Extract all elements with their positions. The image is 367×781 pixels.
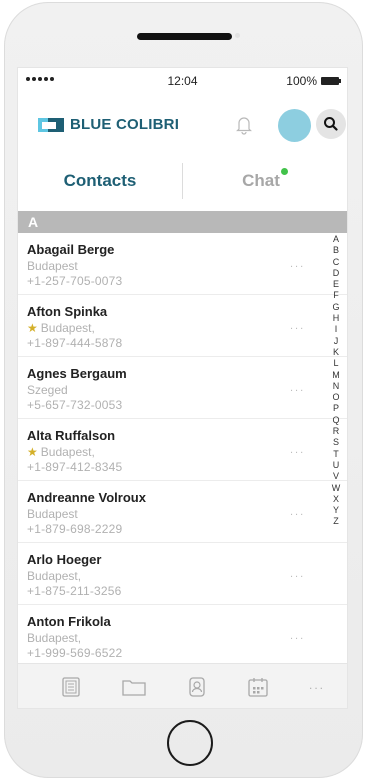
- index-letter[interactable]: D: [330, 268, 342, 279]
- screen: 12:04 100% BLUE COLIBRI Contacts Chat A …: [18, 68, 347, 708]
- index-letter[interactable]: X: [330, 494, 342, 505]
- more-options-icon[interactable]: ...: [290, 568, 305, 580]
- index-letter[interactable]: E: [330, 279, 342, 290]
- contact-phone: +1-897-412-8345: [27, 460, 123, 474]
- tab-chat[interactable]: Chat: [183, 155, 347, 207]
- contact-card-icon[interactable]: [186, 676, 208, 698]
- phone-frame: 12:04 100% BLUE COLIBRI Contacts Chat A …: [4, 2, 363, 778]
- contact-phone: +1-875-211-3256: [27, 584, 122, 598]
- contact-phone: +1-879-698-2229: [27, 522, 123, 536]
- contact-city: Budapest,: [27, 569, 82, 583]
- index-letter[interactable]: S: [330, 437, 342, 448]
- index-letter[interactable]: T: [330, 449, 342, 460]
- index-letter[interactable]: G: [330, 302, 342, 313]
- index-letter[interactable]: P: [330, 403, 342, 414]
- status-bar: 12:04 100%: [18, 68, 347, 94]
- contact-name: Abagail Berge: [27, 242, 115, 257]
- more-options-icon[interactable]: ...: [290, 506, 305, 518]
- contact-name: Andreanne Volroux: [27, 490, 146, 505]
- contact-row[interactable]: Arlo Hoeger Budapest, +1-875-211-3256 ..…: [18, 543, 347, 605]
- contact-name: Arlo Hoeger: [27, 552, 102, 567]
- contact-row[interactable]: Agnes Bergaum Szeged +5-657-732-0053 ...: [18, 357, 347, 419]
- index-letter[interactable]: Z: [330, 516, 342, 527]
- section-header: A: [18, 211, 347, 233]
- index-letter[interactable]: N: [330, 381, 342, 392]
- avatar[interactable]: [278, 109, 311, 142]
- contact-city: Budapest,: [40, 321, 95, 335]
- index-letter[interactable]: O: [330, 392, 342, 403]
- contact-city: Budapest,: [40, 445, 95, 459]
- index-letter[interactable]: V: [330, 471, 342, 482]
- more-options-icon[interactable]: ...: [290, 258, 305, 270]
- contact-row[interactable]: Abagail Berge Budapest +1-257-705-0073 .…: [18, 233, 347, 295]
- index-letter[interactable]: A: [330, 234, 342, 245]
- index-letter[interactable]: R: [330, 426, 342, 437]
- contact-city: Budapest,: [27, 631, 82, 645]
- app-header: BLUE COLIBRI: [18, 96, 347, 148]
- contact-name: Afton Spinka: [27, 304, 108, 319]
- contact-phone: +1-897-444-5878: [27, 336, 123, 350]
- app-logo[interactable]: BLUE COLIBRI: [38, 116, 179, 133]
- more-options-icon[interactable]: ...: [290, 444, 305, 456]
- home-button[interactable]: [167, 720, 213, 766]
- search-button[interactable]: [316, 109, 346, 139]
- index-letter[interactable]: Q: [330, 415, 342, 426]
- index-letter[interactable]: M: [330, 370, 342, 381]
- calendar-icon[interactable]: [247, 676, 269, 698]
- more-icon[interactable]: ...: [309, 678, 325, 692]
- front-camera: [235, 33, 240, 38]
- folder-icon[interactable]: [121, 676, 147, 698]
- notes-icon[interactable]: [60, 676, 82, 698]
- index-letter[interactable]: B: [330, 245, 342, 256]
- contact-row[interactable]: Anton Frikola Budapest, +1-999-569-6522 …: [18, 605, 347, 658]
- contact-city: Budapest: [27, 259, 78, 273]
- contact-city-line: ★ Budapest,: [27, 445, 95, 459]
- contact-list: Abagail Berge Budapest +1-257-705-0073 .…: [18, 233, 347, 658]
- index-letter[interactable]: I: [330, 324, 342, 335]
- battery-icon: [321, 77, 341, 85]
- battery-status: 100%: [286, 74, 341, 88]
- contact-city-line: ★ Budapest,: [27, 321, 95, 335]
- contact-phone: +5-657-732-0053: [27, 398, 123, 412]
- index-letter[interactable]: C: [330, 257, 342, 268]
- contact-phone: +1-999-569-6522: [27, 646, 123, 658]
- index-letter[interactable]: K: [330, 347, 342, 358]
- contact-name: Alta Ruffalson: [27, 428, 116, 443]
- search-icon: [324, 117, 338, 131]
- contact-name: Agnes Bergaum: [27, 366, 127, 381]
- logo-icon: [38, 117, 64, 132]
- alphabet-index[interactable]: A B C D E F G H I J K L M N O P Q R S T …: [330, 234, 342, 528]
- index-letter[interactable]: F: [330, 290, 342, 301]
- index-letter[interactable]: U: [330, 460, 342, 471]
- app-title: BLUE COLIBRI: [70, 116, 180, 133]
- index-letter[interactable]: H: [330, 313, 342, 324]
- index-letter[interactable]: Y: [330, 505, 342, 516]
- more-options-icon[interactable]: ...: [290, 320, 305, 332]
- contact-row[interactable]: Alta Ruffalson ★ Budapest, +1-897-412-834…: [18, 419, 347, 481]
- more-options-icon[interactable]: ...: [290, 382, 305, 394]
- tab-contacts[interactable]: Contacts: [18, 155, 182, 207]
- contact-phone: +1-257-705-0073: [27, 274, 123, 288]
- tab-bar: Contacts Chat: [18, 155, 347, 207]
- tab-contacts-label: Contacts: [63, 171, 137, 190]
- favorite-star-icon: ★: [27, 321, 38, 335]
- more-options-icon[interactable]: ...: [290, 630, 305, 642]
- index-letter[interactable]: W: [330, 483, 342, 494]
- contact-row[interactable]: Andreanne Volroux Budapest +1-879-698-22…: [18, 481, 347, 543]
- index-letter[interactable]: L: [330, 358, 342, 369]
- contact-row[interactable]: Afton Spinka ★ Budapest, +1-897-444-5878 …: [18, 295, 347, 357]
- battery-percent: 100%: [286, 74, 317, 88]
- contact-city: Budapest: [27, 507, 78, 521]
- tab-chat-label: Chat: [242, 171, 280, 190]
- speaker: [137, 33, 232, 40]
- index-letter[interactable]: J: [330, 336, 342, 347]
- favorite-star-icon: ★: [27, 445, 38, 459]
- bottom-nav: ...: [18, 663, 347, 708]
- bell-icon[interactable]: [235, 115, 253, 135]
- contact-name: Anton Frikola: [27, 614, 111, 629]
- unread-dot: [280, 168, 288, 175]
- contact-city: Szeged: [27, 383, 68, 397]
